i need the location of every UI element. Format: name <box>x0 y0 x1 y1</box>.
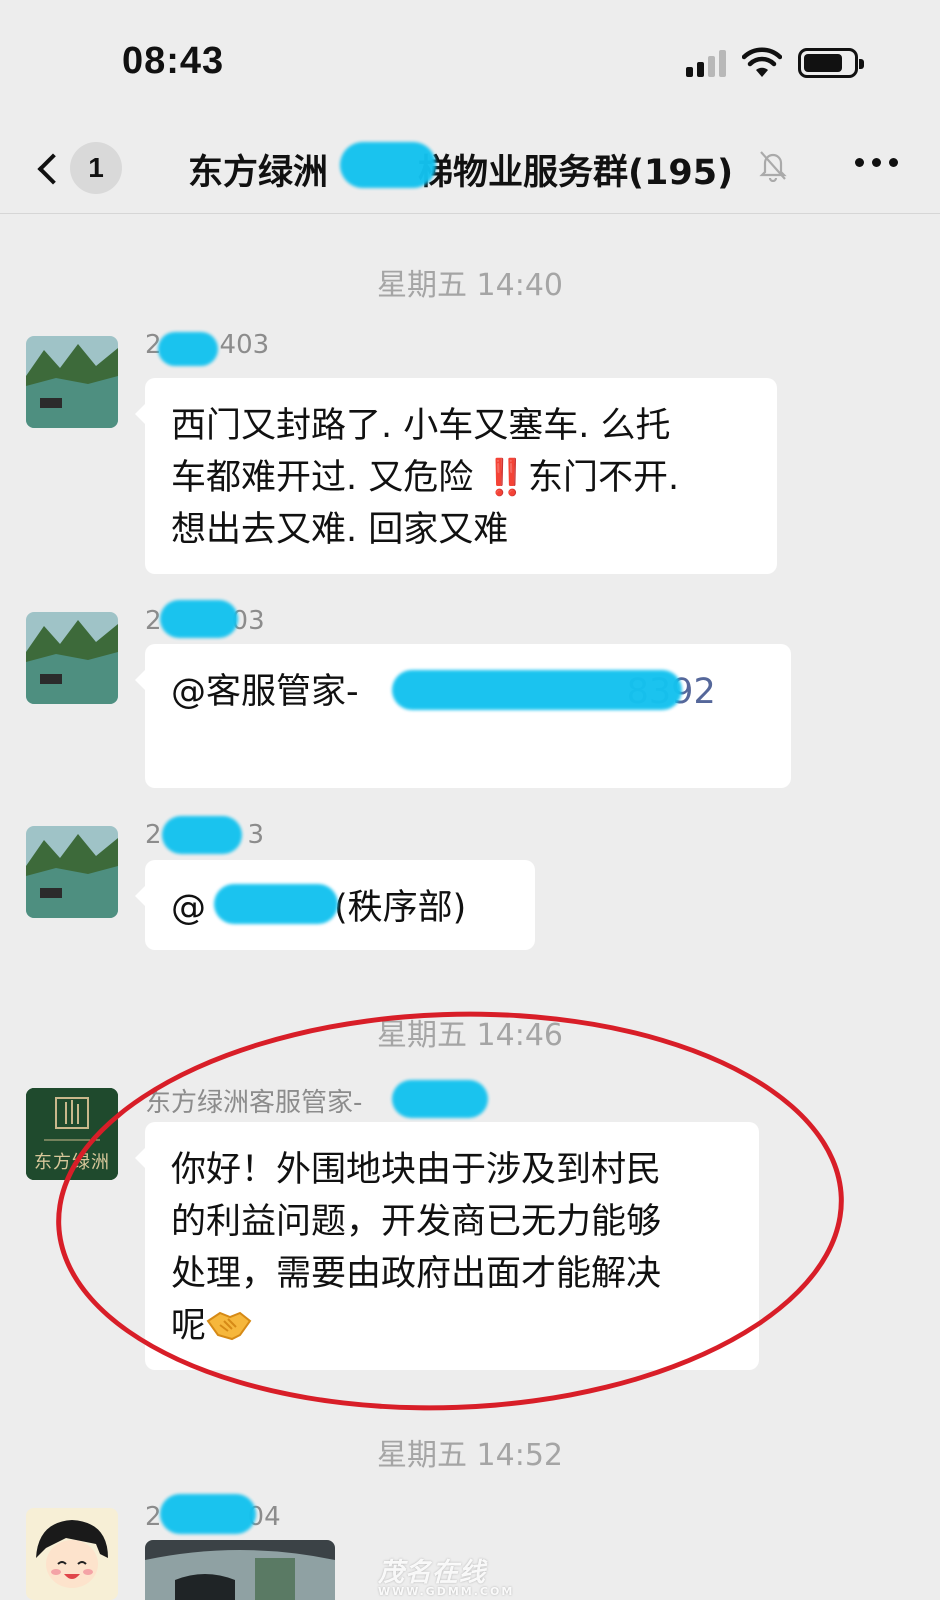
car-interior-photo <box>145 1540 335 1600</box>
redaction-mark <box>160 1494 256 1534</box>
bell-muted-icon <box>759 151 787 182</box>
redaction-mark <box>162 816 242 854</box>
message-text: 想出去又难. 回家又难 <box>171 510 509 550</box>
message-bubble[interactable]: @客服管家-8392 <box>135 644 791 788</box>
battery-icon <box>798 48 864 78</box>
chat-title-prefix: 东方绿洲 <box>188 153 329 193</box>
status-time: 08:43 <box>122 40 225 82</box>
double-exclamation-icon: ‼️ <box>484 458 528 498</box>
chat-title-suffix: 梯物业服务群(195) <box>418 153 734 193</box>
photo-message-thumbnail[interactable] <box>145 1540 335 1600</box>
wifi-icon <box>742 47 782 77</box>
cartoon-girl-avatar-image <box>26 1508 118 1600</box>
redaction-mark <box>392 670 682 710</box>
avatar[interactable] <box>26 336 118 428</box>
message-bubble[interactable]: @ (秩序部) <box>135 860 535 950</box>
unread-count-badge: 1 <box>70 142 122 194</box>
status-bar: 08:43 <box>0 0 940 120</box>
message-bubble[interactable]: 西门又封路了. 小车又塞车. 么托 车都难开过. 又危险 ‼️东门不开. 想出去… <box>135 378 777 574</box>
avatar[interactable] <box>26 612 118 704</box>
chat-title: 东方绿洲 梯物业服务群(195) <box>188 144 733 195</box>
timestamp: 星期五 14:40 <box>377 268 563 303</box>
redaction-mark <box>340 142 436 188</box>
status-icons <box>686 46 864 80</box>
message-text: 西门又封路了. 小车又塞车. 么托 <box>171 406 671 446</box>
landscape-avatar-image <box>26 612 118 704</box>
redaction-mark <box>160 600 238 638</box>
chevron-left-icon <box>37 153 69 185</box>
avatar[interactable] <box>26 826 118 918</box>
message-text: 车都难开过. 又危险 ‼️东门不开. <box>171 458 680 498</box>
landscape-avatar-image <box>26 826 118 918</box>
site-watermark: 茂名在线 WWW.GDMM.COM <box>378 1558 515 1598</box>
redaction-mark <box>158 332 218 366</box>
avatar[interactable] <box>26 1508 118 1600</box>
chat-header: 1 东方绿洲 梯物业服务群(195) <box>0 120 940 214</box>
redaction-mark <box>214 884 338 924</box>
back-button[interactable]: 1 <box>30 142 130 196</box>
signal-icon <box>686 49 726 77</box>
landscape-avatar-image <box>26 336 118 428</box>
more-options-button[interactable] <box>855 158 898 167</box>
timestamp: 星期五 14:52 <box>377 1438 563 1473</box>
